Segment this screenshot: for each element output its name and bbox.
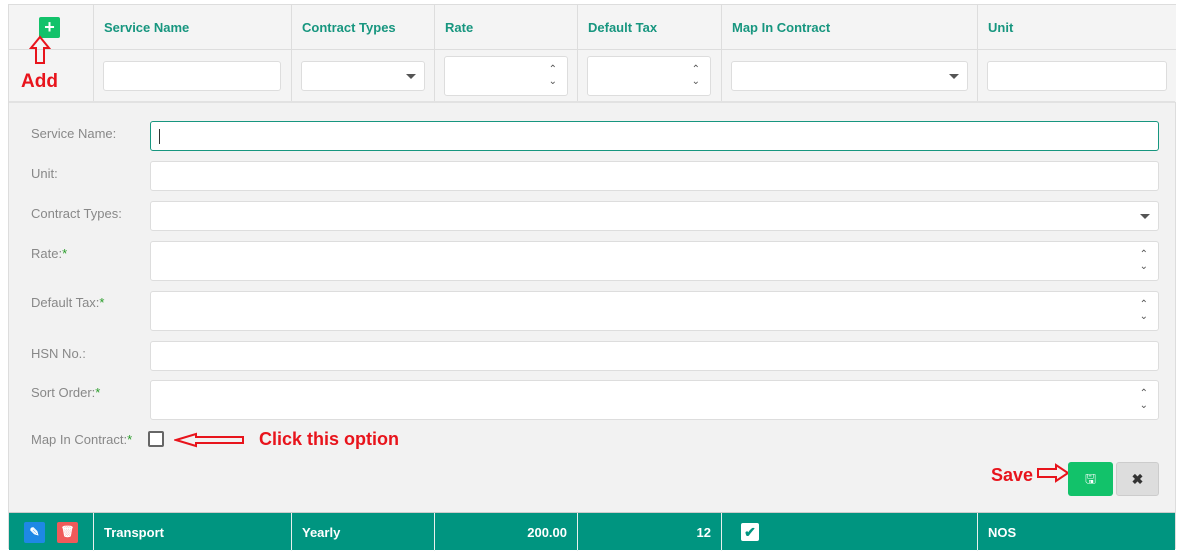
cell-rate: 200.00	[435, 513, 578, 551]
filter-cell	[292, 49, 435, 102]
filter-default-tax-input[interactable]: ⌃ ⌄	[587, 56, 711, 96]
spinner-icon[interactable]: ⌃ ⌄	[1140, 299, 1148, 323]
save-annotation: Save	[991, 465, 1034, 485]
header-service-name[interactable]: Service Name	[94, 5, 292, 49]
plus-icon: +	[44, 17, 55, 37]
unit-label: Unit:	[31, 166, 58, 181]
rate-input[interactable]: ⌃ ⌄	[150, 241, 1159, 281]
services-grid: + Service Name Contract Types Rate Defau…	[8, 4, 1176, 551]
cell-default-tax: 12	[578, 513, 722, 551]
text-cursor	[159, 129, 160, 144]
close-icon: ✖	[1131, 471, 1144, 487]
service-name-label: Service Name:	[31, 126, 117, 141]
header-unit[interactable]: Unit	[978, 5, 1176, 49]
header-map-in-contract[interactable]: Map In Contract	[722, 5, 978, 49]
filter-cell	[978, 49, 1176, 102]
left-arrow-annotation	[172, 432, 246, 453]
row-actions-cell: ✎ 🗑	[9, 513, 94, 551]
header-contract-types[interactable]: Contract Types	[292, 5, 435, 49]
pencil-icon: ✎	[29, 525, 40, 539]
filter-cell: ⌃ ⌄	[578, 49, 722, 102]
contract-types-select[interactable]	[150, 201, 1159, 231]
cell-contract-type: Yearly	[292, 513, 435, 551]
contract-types-label: Contract Types:	[31, 206, 122, 221]
spinner-icon[interactable]: ⌃ ⌄	[549, 64, 557, 88]
map-in-contract-checkbox[interactable]	[148, 431, 164, 447]
chevron-down-icon	[949, 74, 959, 79]
service-name-input[interactable]	[150, 121, 1159, 151]
filter-unit-input[interactable]	[987, 61, 1167, 91]
checked-checkbox-icon: ✔	[741, 523, 759, 541]
table-row: ✎ 🗑 Transport Yearly 200.00 12 ✔ NOS	[9, 512, 1175, 551]
delete-button[interactable]: 🗑	[57, 522, 78, 543]
cell-service-name: Transport	[94, 513, 292, 551]
spinner-icon[interactable]: ⌃ ⌄	[692, 64, 700, 88]
header-actions-cell: +	[9, 5, 94, 49]
filter-service-name-input[interactable]	[103, 61, 281, 91]
trash-icon: 🗑	[60, 526, 75, 538]
filter-cell	[722, 49, 978, 102]
hsn-input[interactable]	[150, 341, 1159, 371]
map-in-contract-label: Map In Contract:*	[31, 432, 133, 447]
unit-input[interactable]	[150, 161, 1159, 191]
floppy-disk-icon: 🖫	[1084, 471, 1097, 486]
cancel-button[interactable]: ✖	[1116, 462, 1159, 496]
edit-button[interactable]: ✎	[24, 522, 45, 543]
chevron-down-icon	[406, 74, 416, 79]
up-arrow-annotation	[28, 35, 52, 70]
filter-cell	[94, 49, 292, 102]
default-tax-label: Default Tax:*	[31, 295, 105, 310]
filter-cell: ⌃ ⌄	[435, 49, 578, 102]
right-arrow-annotation	[1036, 463, 1070, 488]
filter-rate-input[interactable]: ⌃ ⌄	[444, 56, 568, 96]
save-button[interactable]: 🖫	[1068, 462, 1113, 496]
spinner-icon[interactable]: ⌃ ⌄	[1140, 388, 1148, 412]
rate-label: Rate:*	[31, 246, 68, 261]
hsn-label: HSN No.:	[31, 346, 86, 361]
header-default-tax[interactable]: Default Tax	[578, 5, 722, 49]
filter-contract-types-select[interactable]	[301, 61, 425, 91]
cell-map-in-contract: ✔	[722, 513, 978, 551]
spinner-icon[interactable]: ⌃ ⌄	[1140, 249, 1148, 273]
divider	[9, 101, 1175, 103]
click-option-annotation: Click this option	[259, 429, 400, 449]
filter-map-in-contract-select[interactable]	[731, 61, 968, 91]
header-rate[interactable]: Rate	[435, 5, 578, 49]
add-annotation: Add	[21, 71, 58, 92]
sort-order-label: Sort Order:*	[31, 385, 101, 400]
cell-unit: NOS	[988, 525, 1017, 540]
default-tax-input[interactable]: ⌃ ⌄	[150, 291, 1159, 331]
chevron-down-icon	[1140, 214, 1150, 219]
sort-order-input[interactable]: ⌃ ⌄	[150, 380, 1159, 420]
